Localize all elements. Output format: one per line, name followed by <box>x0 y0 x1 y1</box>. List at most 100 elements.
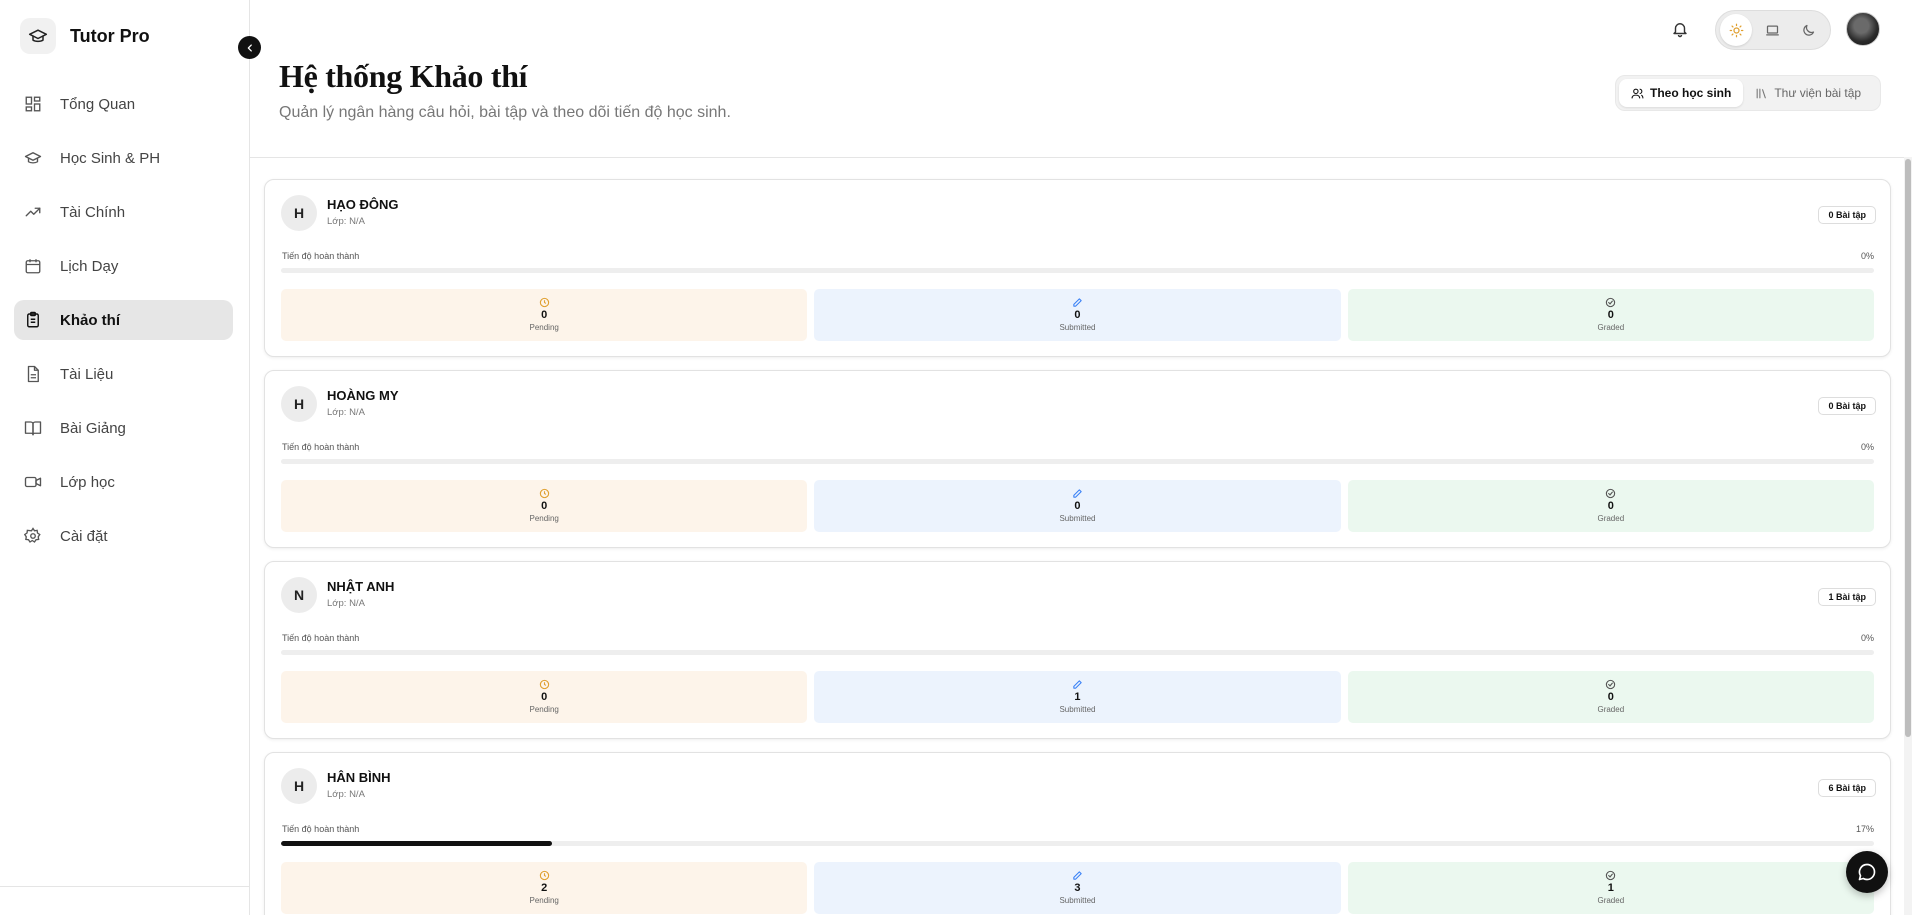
student-name: HÂN BÌNH <box>327 770 391 785</box>
stat-value: 0 <box>1074 309 1081 321</box>
theme-system-button[interactable] <box>1756 14 1788 46</box>
sidebar-item-label: Tài Chính <box>60 203 126 221</box>
collapse-sidebar-button[interactable] <box>238 36 261 59</box>
stat-submitted: 0 Submitted <box>814 480 1341 532</box>
tab-exercise-library[interactable]: Thư viện bài tập <box>1743 79 1873 107</box>
student-class: Lớp: N/A <box>327 789 365 800</box>
sidebar-item-khao-thi[interactable]: Khảo thí <box>14 300 233 340</box>
trending-up-icon <box>25 207 41 217</box>
scrollbar[interactable] <box>1904 157 1912 915</box>
app-name: Tutor Pro <box>70 25 150 46</box>
stat-label: Graded <box>1597 896 1625 905</box>
student-class: Lớp: N/A <box>327 598 365 609</box>
sidebar-item-lop-hoc[interactable]: Lớp học <box>14 462 233 502</box>
stat-value: 2 <box>541 882 548 894</box>
clock-icon <box>539 297 549 308</box>
sidebar-item-cai-dat[interactable]: Cài đặt <box>14 516 233 556</box>
stat-submitted: 1 Submitted <box>814 671 1341 723</box>
stat-value: 0 <box>1074 500 1081 512</box>
student-card[interactable]: N NHẬT ANH Lớp: N/A 1 Bài tập Tiến độ ho… <box>264 561 1891 739</box>
stat-label: Graded <box>1597 514 1625 523</box>
stat-graded: 1 Graded <box>1347 862 1874 914</box>
stat-pending: 0 Pending <box>281 289 808 341</box>
pencil-icon <box>1073 871 1082 880</box>
progress-percent: 17% <box>1855 824 1874 834</box>
dashboard-icon <box>25 96 41 112</box>
student-card[interactable]: H HẠO ĐÔNG Lớp: N/A 0 Bài tập Tiến độ ho… <box>264 179 1891 357</box>
stats-row: 0 Pending 0 Submitted 0 Graded <box>281 480 1874 532</box>
stat-submitted: 0 Submitted <box>814 289 1341 341</box>
stat-pending: 0 Pending <box>281 480 808 532</box>
progress-label: Tiến độ hoàn thành <box>282 251 360 261</box>
tab-label: Theo học sinh <box>1650 86 1732 100</box>
stat-graded: 0 Graded <box>1347 289 1874 341</box>
student-avatar: H <box>281 386 317 422</box>
sidebar-item-tong-quan[interactable]: Tổng Quan <box>14 84 233 124</box>
stat-value: 0 <box>541 309 548 321</box>
student-card[interactable]: H HOÀNG MY Lớp: N/A 0 Bài tập Tiến độ ho… <box>264 370 1891 548</box>
brand[interactable]: Tutor Pro <box>20 18 150 54</box>
sidebar-item-hoc-sinh[interactable]: Học Sinh & PH <box>14 138 233 178</box>
clock-icon <box>539 488 549 499</box>
stat-value: 3 <box>1074 882 1081 894</box>
stats-row: 0 Pending 1 Submitted 0 Graded <box>281 671 1874 723</box>
sidebar-item-lich-day[interactable]: Lịch Dạy <box>14 246 233 286</box>
stat-pending: 0 Pending <box>281 671 808 723</box>
stat-label: Pending <box>529 323 559 332</box>
document-icon <box>27 365 39 383</box>
stat-label: Pending <box>529 514 559 523</box>
sidebar-item-bai-giang[interactable]: Bài Giảng <box>14 408 233 448</box>
clock-icon <box>539 679 549 690</box>
chat-bubble-icon <box>1858 863 1876 881</box>
graduation-cap-icon <box>20 18 56 54</box>
progress-percent: 0% <box>1860 633 1874 643</box>
clipboard-icon <box>27 311 39 328</box>
stat-value: 0 <box>541 691 548 703</box>
stats-row: 2 Pending 3 Submitted 1 Graded <box>281 862 1874 914</box>
stat-value: 0 <box>1607 309 1614 321</box>
calendar-icon <box>25 259 41 274</box>
assignment-count-badge: 6 Bài tập <box>1818 779 1876 797</box>
bell-icon <box>1673 23 1687 38</box>
user-avatar[interactable] <box>1846 12 1880 46</box>
student-class: Lớp: N/A <box>327 407 365 418</box>
progress-percent: 0% <box>1860 251 1874 261</box>
theme-light-button[interactable] <box>1720 14 1752 46</box>
gear-icon <box>24 527 41 543</box>
check-circle-icon <box>1606 488 1616 499</box>
sidebar-item-tai-chinh[interactable]: Tài Chính <box>14 192 233 232</box>
sidebar-item-label: Lịch Dạy <box>60 257 119 275</box>
theme-dark-button[interactable] <box>1792 14 1824 46</box>
sidebar-footer-divider <box>0 886 250 887</box>
scrollbar-thumb[interactable] <box>1905 159 1911 737</box>
clock-icon <box>539 870 549 881</box>
student-card[interactable]: H HÂN BÌNH Lớp: N/A 6 Bài tập Tiến độ ho… <box>264 752 1891 915</box>
tab-label: Thư viện bài tập <box>1774 86 1862 100</box>
pencil-icon <box>1073 680 1082 689</box>
users-icon <box>1631 88 1644 98</box>
progress-bar <box>281 841 1874 846</box>
sidebar-item-label: Lớp học <box>60 473 115 491</box>
moon-icon <box>1802 24 1814 36</box>
stat-label: Submitted <box>1059 514 1096 523</box>
book-icon <box>24 421 42 436</box>
stat-label: Submitted <box>1059 896 1096 905</box>
tab-by-student[interactable]: Theo học sinh <box>1619 79 1744 107</box>
sidebar-item-label: Tài Liệu <box>60 365 114 383</box>
sidebar-item-label: Bài Giảng <box>60 419 126 437</box>
notification-bell-button[interactable] <box>1669 18 1691 40</box>
sidebar-nav: Tổng Quan Học Sinh & PH Tài Chính Lịch D… <box>14 84 233 570</box>
assignment-count-badge: 0 Bài tập <box>1818 206 1876 224</box>
progress-percent: 0% <box>1860 442 1874 452</box>
progress-fill <box>281 841 552 846</box>
chat-button[interactable] <box>1846 851 1888 893</box>
student-name: HOÀNG MY <box>327 388 399 403</box>
stat-label: Graded <box>1597 705 1625 714</box>
check-circle-icon <box>1606 297 1616 308</box>
sidebar-item-tai-lieu[interactable]: Tài Liệu <box>14 354 233 394</box>
progress-label: Tiến độ hoàn thành <box>282 824 360 834</box>
stat-submitted: 3 Submitted <box>814 862 1341 914</box>
page-title: Hệ thống Khảo thí <box>279 58 528 94</box>
stat-value: 1 <box>1607 882 1614 894</box>
assignment-count-badge: 1 Bài tập <box>1818 588 1876 606</box>
